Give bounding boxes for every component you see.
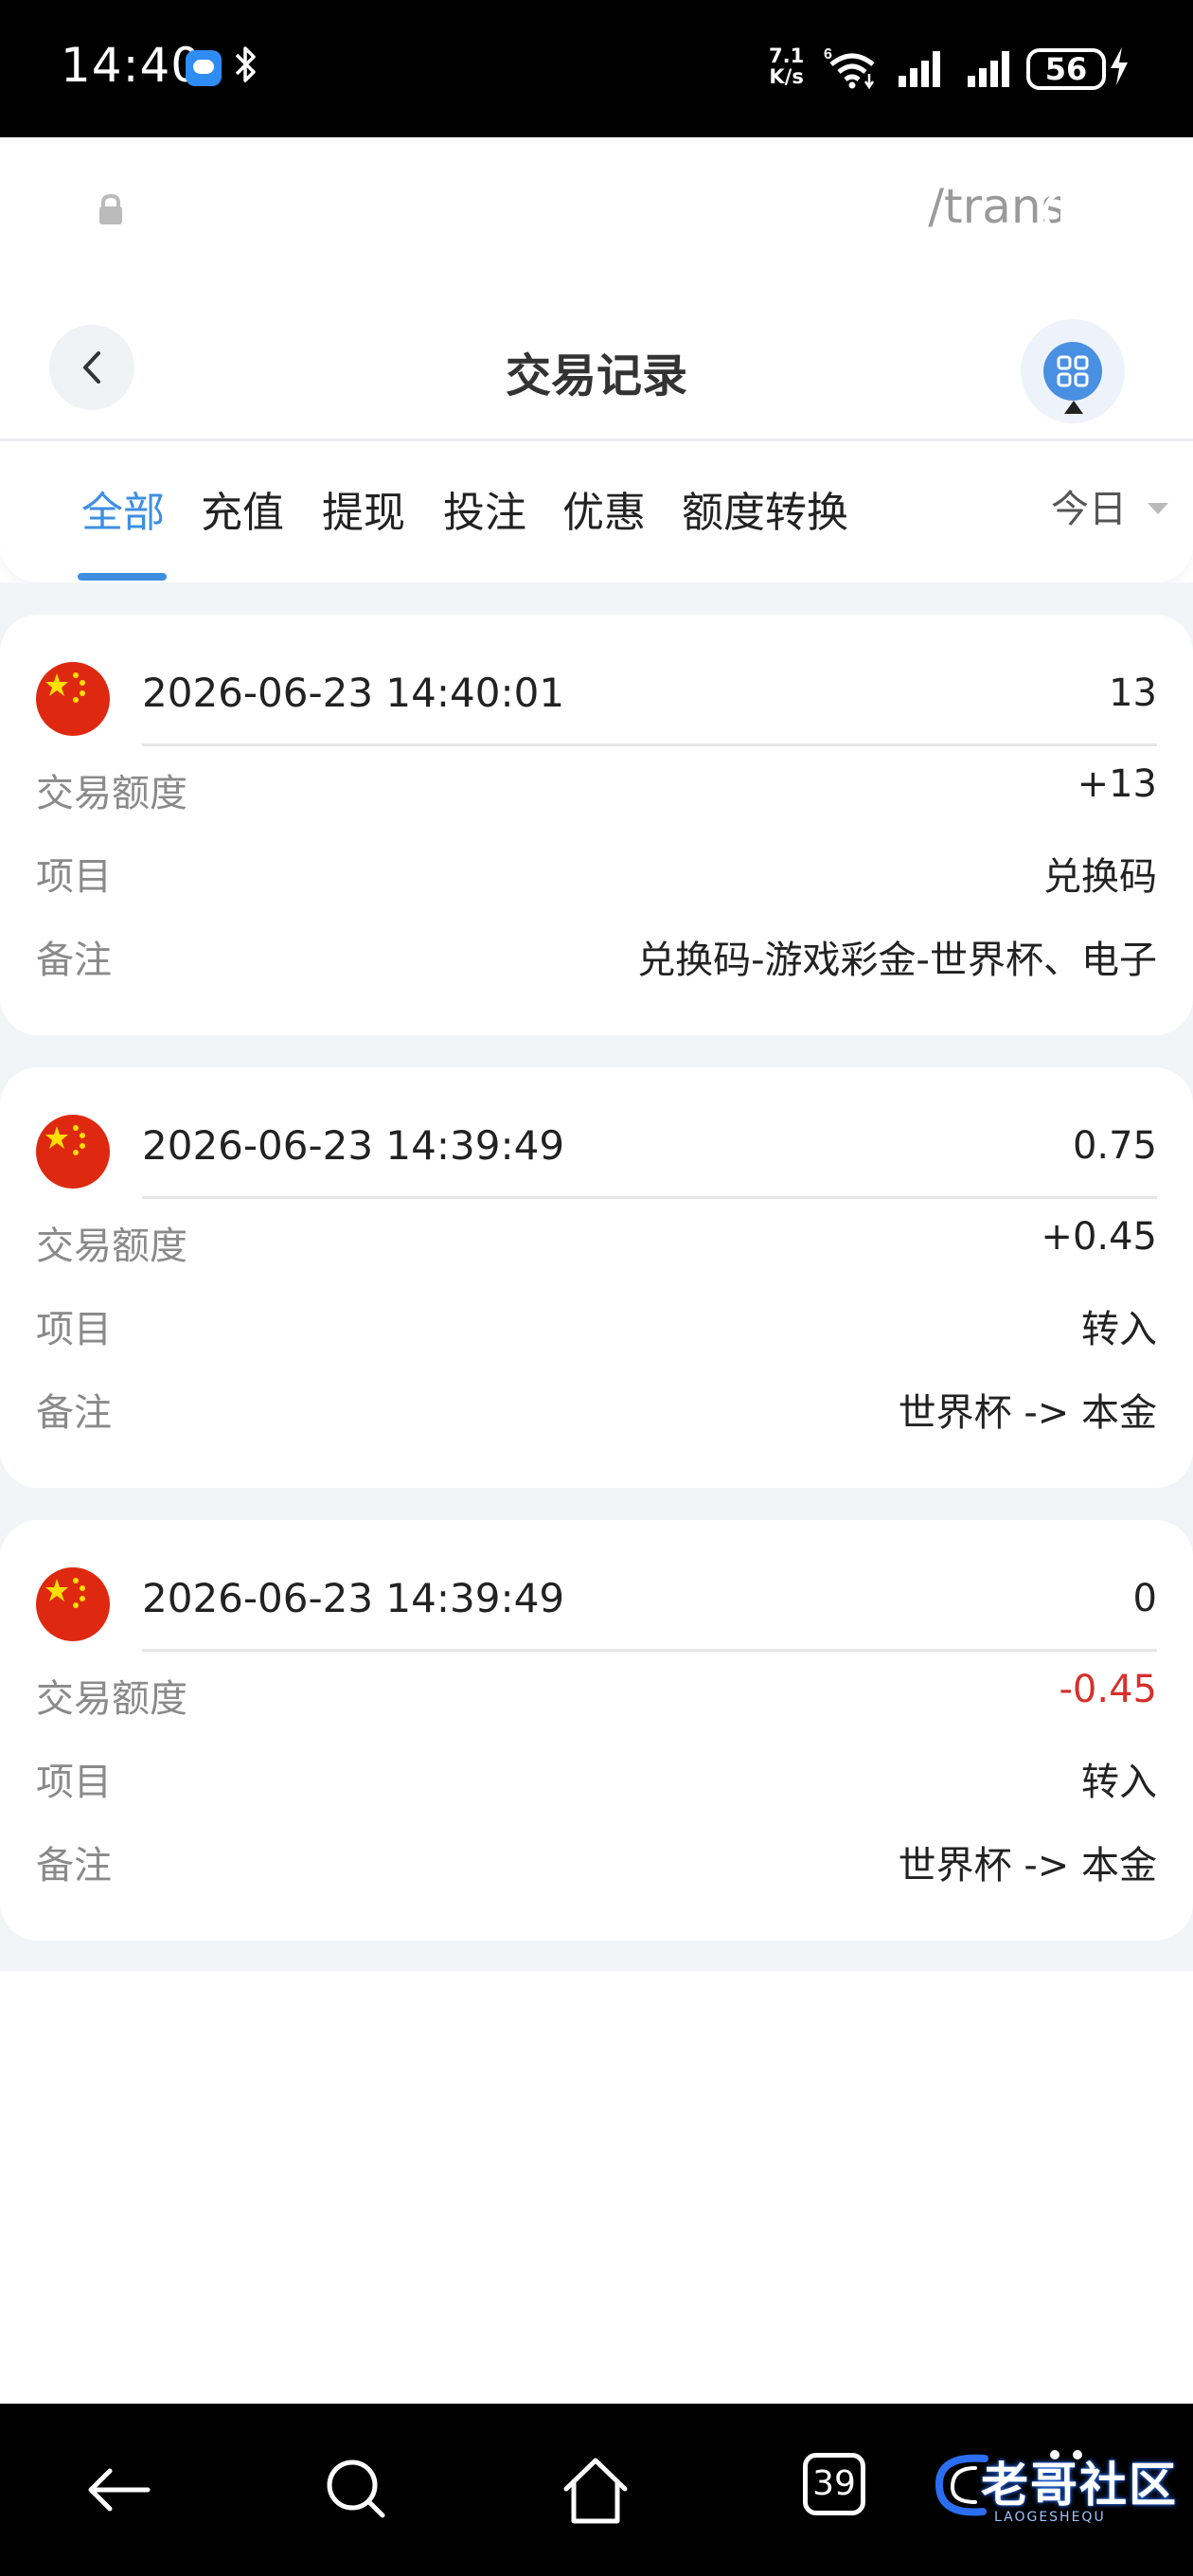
- watermark-subtext: LAOGESHEQU: [994, 2510, 1106, 2525]
- amount-value: +13: [1077, 762, 1157, 806]
- bluetooth-icon: [233, 44, 258, 93]
- card-divider: [142, 1196, 1157, 1199]
- url-text[interactable]: wns5475ik8ku7bwouo.app:9010/trans: [161, 179, 1060, 234]
- filter-tabs: 全部 充值 提现 投注 优惠 额度转换 今日: [0, 444, 1193, 582]
- tab-promotion[interactable]: 优惠: [562, 478, 646, 539]
- note-label: 备注: [36, 939, 112, 982]
- arrow-left-icon: [88, 2468, 151, 2512]
- network-speed: 7.1 K/s: [769, 45, 804, 87]
- cellular-signal-1-icon: [895, 47, 948, 89]
- transaction-card[interactable]: 2026-06-23 14:40:01 13 交易额度 +13 项目 兑换码 备…: [0, 615, 1193, 1035]
- tab-deposit[interactable]: 充值: [201, 478, 284, 539]
- active-tab-indicator: [78, 573, 167, 581]
- card-divider: [142, 743, 1157, 746]
- china-flag-icon: [36, 1115, 110, 1189]
- nav-back-button[interactable]: [76, 2447, 161, 2532]
- amount-label: 交易额度: [36, 772, 187, 815]
- tab-all[interactable]: 全部: [81, 478, 165, 539]
- card-divider: [142, 1649, 1157, 1652]
- amount-value: -0.45: [1059, 1668, 1158, 1711]
- watermark-logo: 老哥社区 LAOGESHEQU: [928, 2436, 1184, 2546]
- transaction-balance: 0: [1132, 1577, 1157, 1620]
- note-value: 兑换码-游戏彩金-世界杯、电子: [637, 939, 1157, 982]
- status-bar: 14:40 7.1 K/s 6 56 wns5475ik8ku7bwouo.ap…: [0, 0, 1193, 266]
- transaction-time: 2026-06-23 14:39:49: [142, 1575, 565, 1621]
- project-value: 转入: [1081, 1761, 1157, 1804]
- transaction-card[interactable]: 2026-06-23 14:39:49 0.75 交易额度 +0.45 项目 转…: [0, 1067, 1193, 1488]
- cellular-signal-2-icon: [964, 47, 1017, 89]
- project-value: 转入: [1081, 1308, 1157, 1351]
- note-value: 世界杯 -> 本金: [898, 1844, 1157, 1887]
- page-title: 交易记录: [505, 349, 687, 402]
- wifi-badge: 6: [824, 46, 832, 63]
- browser-bottom-nav: 39 老哥社区 LAOGESHEQU: [0, 2404, 1193, 2576]
- project-label: 项目: [36, 1761, 112, 1804]
- transaction-balance: 0.75: [1072, 1124, 1157, 1168]
- grid-icon: [1057, 355, 1089, 387]
- date-filter-select[interactable]: 今日: [1051, 478, 1127, 533]
- empty-area: [0, 1971, 1193, 2404]
- network-speed-unit: K/s: [769, 65, 804, 88]
- amount-value: +0.45: [1041, 1215, 1157, 1259]
- wifi-icon: 6: [824, 45, 881, 91]
- note-label: 备注: [36, 1844, 112, 1887]
- transaction-balance: 13: [1109, 671, 1157, 715]
- status-time: 14:40: [61, 38, 203, 93]
- nav-search-button[interactable]: [314, 2447, 400, 2532]
- note-value: 世界杯 -> 本金: [898, 1391, 1157, 1435]
- watermark-text: 老哥社区: [981, 2458, 1178, 2513]
- project-label: 项目: [36, 855, 112, 899]
- battery-indicator: 56: [1026, 48, 1106, 90]
- transaction-card[interactable]: 2026-06-23 14:39:49 0 交易额度 -0.45 项目 转入 备…: [0, 1520, 1193, 1941]
- menu-caret-icon: [1064, 401, 1083, 414]
- tab-transfer[interactable]: 额度转换: [682, 478, 848, 539]
- project-label: 项目: [36, 1308, 112, 1351]
- china-flag-icon: [36, 662, 110, 736]
- nav-tabs-button[interactable]: 39: [803, 2453, 888, 2538]
- nav-home-button[interactable]: [553, 2447, 638, 2532]
- message-notification-icon: [186, 50, 222, 86]
- transaction-time: 2026-06-23 14:39:49: [142, 1122, 565, 1169]
- transaction-time: 2026-06-23 14:40:01: [142, 670, 565, 716]
- home-icon: [563, 2458, 628, 2524]
- tabs-count: 39: [803, 2453, 865, 2515]
- charging-icon: [1108, 45, 1131, 97]
- address-bar[interactable]: wns5475ik8ku7bwouo.app:9010/trans: [51, 149, 1142, 266]
- reload-icon[interactable]: [1036, 181, 1096, 242]
- china-flag-icon: [36, 1567, 110, 1641]
- transaction-list: 2026-06-23 14:40:01 13 交易额度 +13 项目 兑换码 备…: [0, 582, 1193, 1971]
- search-icon: [327, 2460, 385, 2518]
- app-header: 交易记录: [0, 295, 1193, 441]
- tab-withdraw[interactable]: 提现: [322, 478, 405, 539]
- project-value: 兑换码: [1043, 855, 1157, 899]
- amount-label: 交易额度: [36, 1677, 187, 1721]
- note-label: 备注: [36, 1391, 112, 1435]
- network-speed-value: 7.1: [769, 45, 805, 67]
- chevron-down-icon[interactable]: [1148, 503, 1168, 514]
- tab-bet[interactable]: 投注: [443, 478, 526, 539]
- url-host: wns5475ik8ku7bwouo.app:9010: [161, 179, 929, 234]
- lock-icon: [97, 193, 125, 225]
- amount-label: 交易额度: [36, 1225, 187, 1268]
